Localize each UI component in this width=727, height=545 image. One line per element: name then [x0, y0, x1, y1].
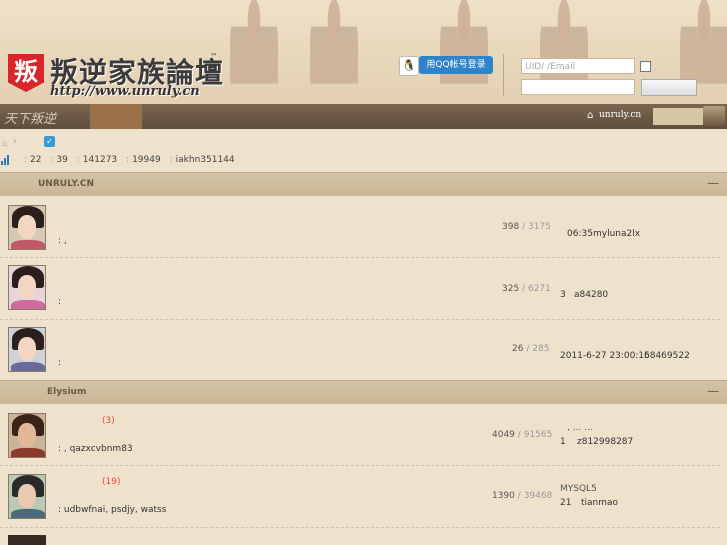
last-post-time: 21 — [560, 498, 572, 508]
forum-icon[interactable] — [8, 474, 46, 519]
stat-newest-member[interactable]: iakhn351144 — [176, 155, 235, 165]
category-title[interactable]: UNRULY.CN — [38, 179, 94, 189]
nav-logo[interactable]: 天下叛逆 — [4, 108, 56, 127]
nav-item-active[interactable] — [90, 104, 142, 129]
row-divider — [0, 527, 720, 529]
last-post-user[interactable]: myluna2lx — [593, 229, 640, 239]
password-input[interactable] — [521, 79, 635, 95]
forum-description: : , — [58, 236, 67, 246]
nav-avatar[interactable] — [703, 106, 725, 126]
nav-search-panel[interactable] — [653, 108, 703, 125]
last-post-user[interactable]: a84280 — [574, 290, 608, 300]
breadcrumb-separator-icon: › — [13, 136, 17, 147]
forum-counts: 1390 / 39468 — [492, 491, 553, 501]
last-post-time: 2011-6-27 23:00:15 — [560, 351, 650, 361]
last-post-time: 06:35 — [567, 229, 593, 239]
collapse-icon[interactable]: — — [707, 176, 719, 190]
header-art — [230, 0, 278, 104]
stat-members: 19949 — [132, 155, 161, 165]
home-icon[interactable]: ⌂ — [587, 111, 597, 121]
stat-today: 22 — [30, 155, 42, 165]
collapse-icon[interactable]: — — [707, 384, 719, 398]
stat-yesterday: 39 — [56, 155, 68, 165]
forum-icon[interactable] — [8, 327, 46, 372]
last-post-title[interactable]: , ... ... — [567, 423, 593, 433]
stats-icon — [1, 155, 11, 165]
forum-counts: 398 / 3175 — [502, 222, 551, 232]
forum-description: : — [58, 297, 62, 307]
login-button[interactable] — [641, 79, 697, 96]
forum-moderators: : , qazxcvbnm83 — [58, 444, 133, 454]
site-url: http://www.unruly.cn — [50, 84, 200, 99]
category-title[interactable]: Elysium — [47, 387, 86, 397]
last-post-time: 1 — [560, 437, 566, 447]
forum-icon[interactable] — [8, 265, 46, 310]
forum-counts: 4049 / 91565 — [492, 430, 553, 440]
header-art — [440, 0, 488, 104]
qq-icon[interactable]: 🐧 — [399, 56, 419, 76]
forum-moderators: : udbwfnai, psdjy, watss — [58, 505, 167, 515]
qq-login-button[interactable]: 用QQ帐号登录 — [419, 56, 493, 74]
row-divider — [0, 319, 720, 321]
divider — [503, 54, 504, 96]
nav-domain-link[interactable]: unruly.cn — [599, 110, 641, 120]
rss-icon[interactable]: ✓ — [44, 136, 55, 147]
row-divider — [0, 257, 720, 259]
forum-today-count: (19) — [102, 477, 121, 487]
forum-counts: 325 / 6271 — [502, 284, 551, 294]
last-post-user[interactable]: 68469522 — [644, 351, 690, 361]
breadcrumb-home-icon[interactable]: ⌂ — [2, 140, 11, 148]
forum-counts: 26 / 285 — [512, 344, 550, 354]
forum-today-count: (3) — [102, 416, 115, 426]
last-post-time: 3 — [560, 290, 566, 300]
username-input[interactable]: UID/ /Email — [521, 58, 635, 74]
last-post-title[interactable]: MYSQL5 — [560, 484, 597, 494]
row-divider — [0, 465, 720, 467]
category-header: UNRULY.CN — — [0, 172, 727, 196]
stat-posts: 141273 — [82, 155, 118, 165]
forum-description: : — [58, 358, 62, 368]
last-post-user[interactable]: z812998287 — [577, 437, 633, 447]
category-header: Elysium — — [0, 380, 727, 404]
forum-icon[interactable] — [8, 413, 46, 458]
forum-stats: :22 :39 :141273 :19949 : iakhn351144 — [24, 155, 235, 165]
forum-icon[interactable] — [8, 535, 46, 545]
header-art — [310, 0, 358, 104]
remember-checkbox[interactable] — [640, 61, 651, 72]
forum-icon[interactable] — [8, 205, 46, 250]
last-post-user[interactable]: tianmao — [581, 498, 618, 508]
trademark: ™ — [210, 52, 218, 61]
